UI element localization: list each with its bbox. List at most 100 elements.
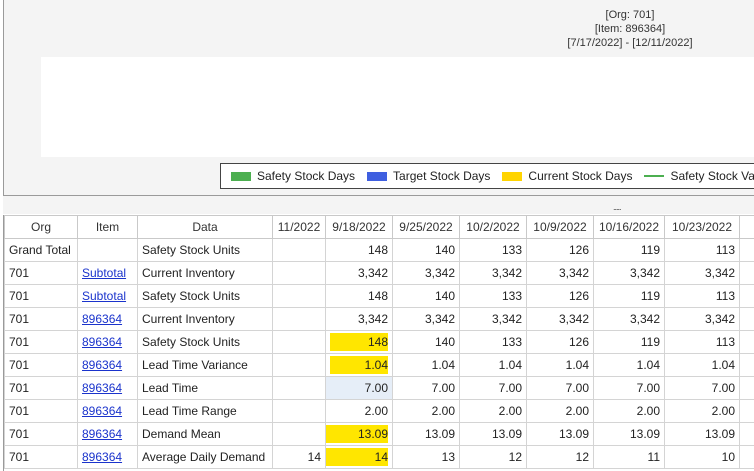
cell-value[interactable]: 3,342: [459, 261, 527, 285]
item-link[interactable]: 896364: [82, 381, 122, 395]
cell-item[interactable]: 896364: [77, 422, 138, 446]
cell-value[interactable]: 7.00: [392, 376, 460, 400]
cell-data-label[interactable]: Safety Stock Units: [137, 284, 273, 308]
cell-value[interactable]: 7.00: [325, 376, 393, 400]
column-header-date[interactable]: 9/25/2022: [392, 215, 460, 239]
cell-org[interactable]: 701: [4, 330, 78, 354]
table-row[interactable]: 701 896364 Current Inventory 3,342 3,342 3,34…: [4, 307, 754, 331]
cell-data-label[interactable]: Current Inventory: [137, 307, 273, 331]
cell-value[interactable]: 13.09: [392, 422, 460, 446]
cell-value[interactable]: 2.00: [325, 399, 393, 423]
column-header-org[interactable]: Org: [4, 215, 78, 239]
cell-value[interactable]: 2.00: [459, 399, 527, 423]
cell-value[interactable]: 119: [593, 284, 665, 308]
cell-value[interactable]: 1.04: [664, 353, 740, 377]
table-row[interactable]: 701 896364 Lead Time 7.00 7.00 7.00 7.00 7.00 7.…: [4, 376, 754, 400]
cell-value[interactable]: 1.04: [459, 353, 527, 377]
column-header-date[interactable]: 10/2/2022: [459, 215, 527, 239]
cell-value[interactable]: 11: [593, 445, 665, 469]
cell-value[interactable]: 113: [664, 330, 740, 354]
table-row[interactable]: 701 896364 Average Daily Demand 14 14 13 12 12 1…: [4, 445, 754, 469]
cell-value[interactable]: 13: [392, 445, 460, 469]
cell-value[interactable]: 126: [526, 284, 594, 308]
cell-value[interactable]: 3,342: [325, 307, 393, 331]
cell-value[interactable]: 12: [459, 445, 527, 469]
item-link[interactable]: 896364: [82, 358, 122, 372]
cell-org[interactable]: 701: [4, 261, 78, 285]
item-link[interactable]: 896364: [82, 312, 122, 326]
cell-value[interactable]: 3,342: [526, 307, 594, 331]
cell-value[interactable]: [739, 307, 754, 331]
cell-item[interactable]: Subtotal: [77, 284, 138, 308]
cell-value[interactable]: 133: [459, 284, 527, 308]
cell-value[interactable]: [739, 284, 754, 308]
cell-value[interactable]: 14: [272, 445, 326, 469]
cell-item[interactable]: 896364: [77, 445, 138, 469]
splitter-grip-icon[interactable]: .....: [613, 203, 621, 212]
cell-item[interactable]: 896364: [77, 307, 138, 331]
cell-item[interactable]: 896364: [77, 399, 138, 423]
cell-value[interactable]: [272, 238, 326, 262]
column-header-date[interactable]: 10/23/2022: [664, 215, 740, 239]
cell-value[interactable]: [272, 399, 326, 423]
cell-value[interactable]: [272, 422, 326, 446]
table-row[interactable]: 701 Subtotal Safety Stock Units 148 140 133 12…: [4, 284, 754, 308]
cell-value[interactable]: [272, 261, 326, 285]
cell-value[interactable]: 13.09: [459, 422, 527, 446]
cell-value[interactable]: 7.00: [664, 376, 740, 400]
cell-value[interactable]: 1.04: [325, 353, 393, 377]
cell-value[interactable]: 119: [593, 330, 665, 354]
cell-item[interactable]: [77, 238, 138, 262]
cell-org[interactable]: 701: [4, 445, 78, 469]
cell-data-label[interactable]: Safety Stock Units: [137, 330, 273, 354]
cell-item[interactable]: Subtotal: [77, 261, 138, 285]
column-header-date[interactable]: 1: [739, 215, 754, 239]
cell-value[interactable]: 13.09: [325, 422, 393, 446]
column-header-date[interactable]: 10/9/2022: [526, 215, 594, 239]
cell-data-label[interactable]: Current Inventory: [137, 261, 273, 285]
cell-value[interactable]: 3,342: [526, 261, 594, 285]
cell-value[interactable]: 140: [392, 238, 460, 262]
cell-value[interactable]: 3,342: [392, 261, 460, 285]
cell-value[interactable]: 2.00: [392, 399, 460, 423]
cell-value[interactable]: [739, 376, 754, 400]
panel-splitter[interactable]: [3, 196, 754, 214]
column-header-date[interactable]: 9/18/2022: [325, 215, 393, 239]
cell-data-label[interactable]: Demand Mean: [137, 422, 273, 446]
data-grid[interactable]: Org Item Data 11/2022 9/18/2022 9/25/202…: [3, 215, 754, 471]
cell-value[interactable]: 3,342: [664, 261, 740, 285]
table-row[interactable]: 701 896364 Demand Mean 13.09 13.09 13.09 13.09…: [4, 422, 754, 446]
cell-value[interactable]: [739, 353, 754, 377]
item-link[interactable]: Subtotal: [82, 266, 126, 280]
cell-value[interactable]: [739, 261, 754, 285]
cell-value[interactable]: 14: [325, 445, 393, 469]
item-link[interactable]: 896364: [82, 335, 122, 349]
cell-org[interactable]: 701: [4, 376, 78, 400]
cell-value[interactable]: 148: [325, 238, 393, 262]
cell-item[interactable]: 896364: [77, 376, 138, 400]
cell-data-label[interactable]: Lead Time: [137, 376, 273, 400]
cell-value[interactable]: 13.09: [526, 422, 594, 446]
cell-value[interactable]: [739, 399, 754, 423]
cell-value[interactable]: 12: [526, 445, 594, 469]
cell-value[interactable]: 7.00: [459, 376, 527, 400]
column-header-data[interactable]: Data: [137, 215, 273, 239]
cell-value[interactable]: [272, 353, 326, 377]
cell-data-label[interactable]: Lead Time Variance: [137, 353, 273, 377]
cell-value[interactable]: 1.04: [526, 353, 594, 377]
cell-value[interactable]: [272, 376, 326, 400]
cell-value[interactable]: 148: [325, 284, 393, 308]
cell-data-label[interactable]: Safety Stock Units: [137, 238, 273, 262]
cell-value[interactable]: [272, 307, 326, 331]
cell-value[interactable]: 3,342: [664, 307, 740, 331]
table-row[interactable]: 701 896364 Safety Stock Units 148 140 133 126 1…: [4, 330, 754, 354]
cell-value[interactable]: 1.04: [392, 353, 460, 377]
cell-org[interactable]: 701: [4, 284, 78, 308]
cell-value[interactable]: 3,342: [593, 307, 665, 331]
cell-value[interactable]: [739, 238, 754, 262]
cell-value[interactable]: [272, 330, 326, 354]
column-header-date[interactable]: 10/16/2022: [593, 215, 665, 239]
cell-data-label[interactable]: Average Daily Demand: [137, 445, 273, 469]
cell-data-label[interactable]: Lead Time Range: [137, 399, 273, 423]
cell-item[interactable]: 896364: [77, 353, 138, 377]
